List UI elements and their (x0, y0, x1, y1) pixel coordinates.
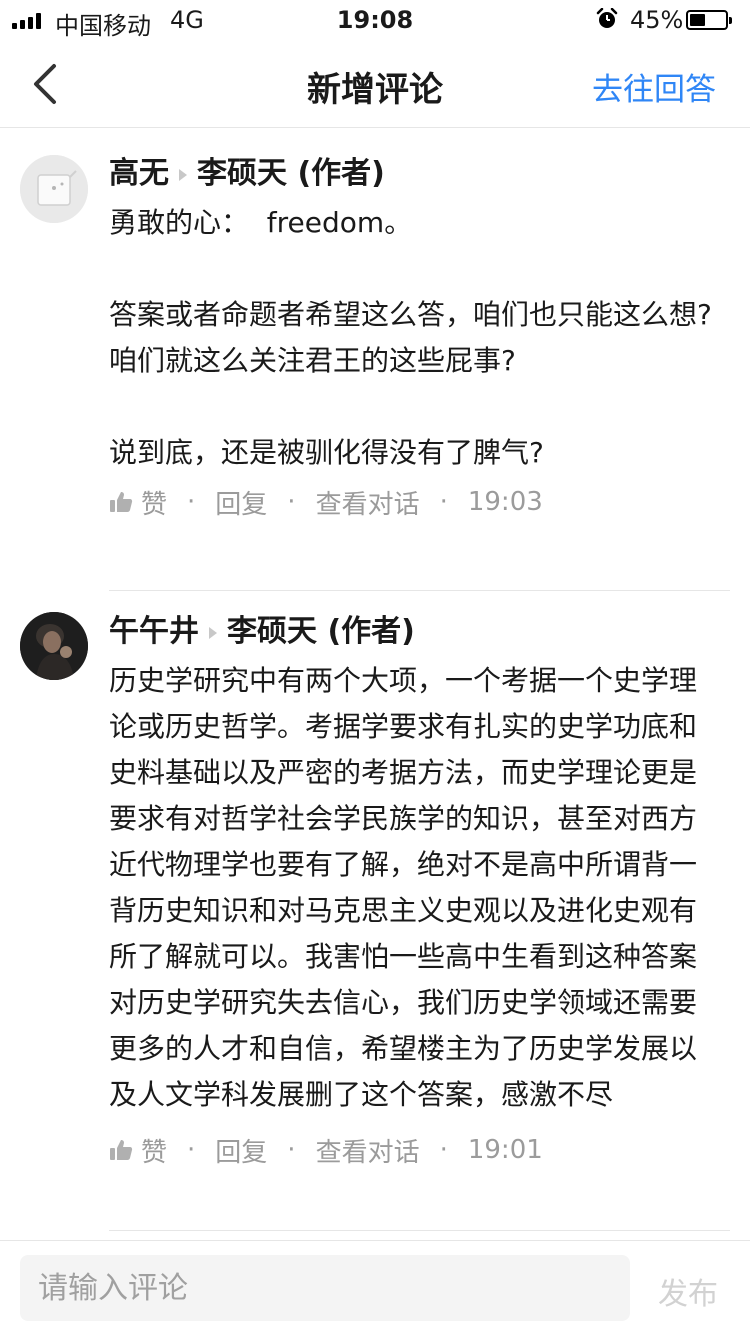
navigation-bar: 新增评论 去往回答 (0, 40, 750, 128)
publish-button[interactable]: 发布 (658, 1269, 718, 1313)
separator-dot: · (287, 487, 296, 517)
separator-dot: · (187, 487, 196, 517)
like-button[interactable]: 赞 (141, 1132, 167, 1169)
divider (109, 590, 730, 591)
reply-to-name[interactable]: 李硕天 (作者) (197, 156, 385, 191)
reply-button[interactable]: 回复 (215, 484, 267, 521)
comment-time: 19:03 (467, 487, 543, 517)
author-name[interactable]: 午午井 (109, 614, 199, 649)
battery-icon (686, 10, 732, 30)
user-photo-avatar-icon (20, 612, 88, 680)
separator-dot: · (439, 487, 448, 517)
avatar[interactable] (20, 155, 88, 223)
comment-content: 午午井 李硕天 (作者) 历史学研究中有两个大项，一个考据一个史学理论或历史哲学。… (109, 612, 721, 1170)
separator-dot: · (187, 1135, 196, 1165)
divider (109, 1230, 730, 1231)
comment-actions: 赞 · 回复 · 查看对话 · 19:03 (109, 482, 721, 522)
view-conversation-button[interactable]: 查看对话 (316, 484, 420, 521)
thumbs-up-icon[interactable] (109, 490, 133, 514)
go-to-answer-button[interactable]: 去往回答 (592, 64, 716, 109)
separator-dot: · (439, 1135, 448, 1165)
reply-to-name[interactable]: 李硕天 (作者) (227, 614, 415, 649)
status-bar: 中国移动 4G 19:08 45% (0, 0, 750, 40)
comment-actions: 赞 · 回复 · 查看对话 · 19:01 (109, 1130, 721, 1170)
comment-time: 19:01 (467, 1135, 543, 1165)
battery-percent: 45% (630, 6, 684, 34)
reply-arrow-icon (209, 626, 217, 639)
avatar[interactable] (20, 612, 88, 680)
author-name[interactable]: 高无 (109, 156, 169, 191)
reply-button[interactable]: 回复 (215, 1132, 267, 1169)
comment-text: 勇敢的心： freedom。 答案或者命题者希望这么答，咱们也只能这么想? 咱们… (109, 206, 712, 469)
thumbs-up-icon[interactable] (109, 1138, 133, 1162)
default-avatar-icon (20, 155, 88, 223)
comment-header: 高无 李硕天 (作者) (109, 154, 721, 194)
like-button[interactable]: 赞 (141, 484, 167, 521)
view-conversation-button[interactable]: 查看对话 (316, 1132, 420, 1169)
comment-content: 高无 李硕天 (作者) 勇敢的心： freedom。 答案或者命题者希望这么答，咱… (109, 154, 721, 522)
comment-header: 午午井 李硕天 (作者) (109, 612, 721, 652)
separator-dot: · (287, 1135, 296, 1165)
comment-input[interactable] (20, 1255, 630, 1321)
alarm-clock-icon (596, 8, 618, 28)
comment-text: 历史学研究中有两个大项，一个考据一个史学理论或历史哲学。考据学要求有扎实的史学功… (109, 664, 698, 1111)
reply-arrow-icon (179, 168, 187, 181)
comment-input-bar: 发布 (0, 1240, 750, 1334)
